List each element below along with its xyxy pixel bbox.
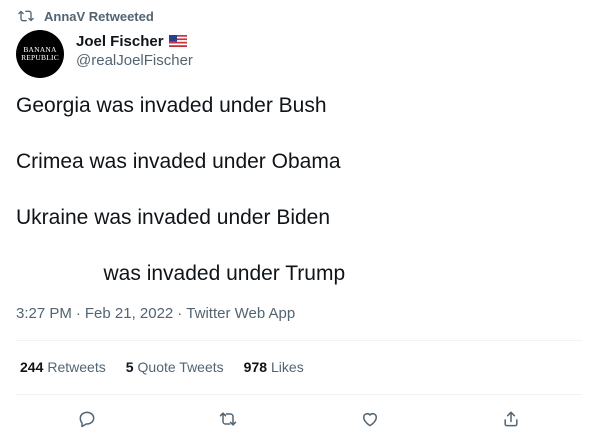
tweet-time[interactable]: 3:27 PM	[16, 305, 72, 322]
quote-tweets-stat[interactable]: 5 Quote Tweets	[126, 359, 224, 375]
author-block: Joel Fischer @realJoelFischer	[76, 31, 193, 71]
tweet-line: was invaded under Trump	[16, 262, 346, 285]
share-button[interactable]	[494, 402, 528, 436]
us-flag-icon	[168, 35, 187, 47]
quote-tweets-label: Quote Tweets	[137, 359, 224, 375]
retweet-context[interactable]: AnnaV Retweeted	[18, 6, 154, 26]
retweets-stat[interactable]: 244 Retweets	[20, 359, 106, 375]
tweet-card: AnnaV Retweeted BANANA REPUBLIC Joel Fis…	[0, 0, 598, 441]
tweet-text: Georgia was invaded under Bush Crimea wa…	[16, 92, 576, 288]
tweet-line: Ukraine was invaded under Biden	[16, 206, 331, 229]
engagement-stats: 244 Retweets 5 Quote Tweets 978 Likes	[20, 357, 324, 377]
action-bar	[16, 402, 582, 436]
retweet-button[interactable]	[211, 402, 245, 436]
retweet-icon	[18, 10, 34, 22]
meta-separator: ·	[75, 304, 81, 322]
meta-separator: ·	[177, 304, 183, 322]
divider	[16, 394, 582, 395]
tweet-meta: 3:27 PM · Feb 21, 2022 · Twitter Web App	[16, 303, 295, 323]
tweet-date[interactable]: Feb 21, 2022	[85, 305, 173, 322]
reply-icon	[79, 411, 95, 428]
author-handle[interactable]: @realJoelFischer	[76, 51, 193, 71]
tweet-source[interactable]: Twitter Web App	[186, 305, 295, 322]
retweets-label: Retweets	[47, 359, 106, 375]
tweet-line: Crimea was invaded under Obama	[16, 150, 341, 173]
like-button[interactable]	[353, 402, 387, 436]
likes-label: Likes	[271, 359, 304, 375]
avatar-text-line2: REPUBLIC	[21, 53, 59, 62]
heart-icon	[362, 413, 377, 427]
avatar[interactable]: BANANA REPUBLIC	[16, 30, 64, 78]
quote-tweets-count: 5	[125, 359, 134, 375]
author-name[interactable]: Joel Fischer	[76, 33, 164, 50]
likes-stat[interactable]: 978 Likes	[244, 359, 304, 375]
retweet-context-label: AnnaV Retweeted	[44, 8, 154, 24]
likes-count: 978	[243, 359, 268, 375]
share-icon	[504, 411, 518, 427]
retweets-count: 244	[20, 359, 44, 375]
divider	[16, 340, 582, 341]
tweet-line: Georgia was invaded under Bush	[16, 94, 327, 117]
retweet-icon	[220, 412, 237, 426]
reply-button[interactable]	[70, 402, 104, 436]
